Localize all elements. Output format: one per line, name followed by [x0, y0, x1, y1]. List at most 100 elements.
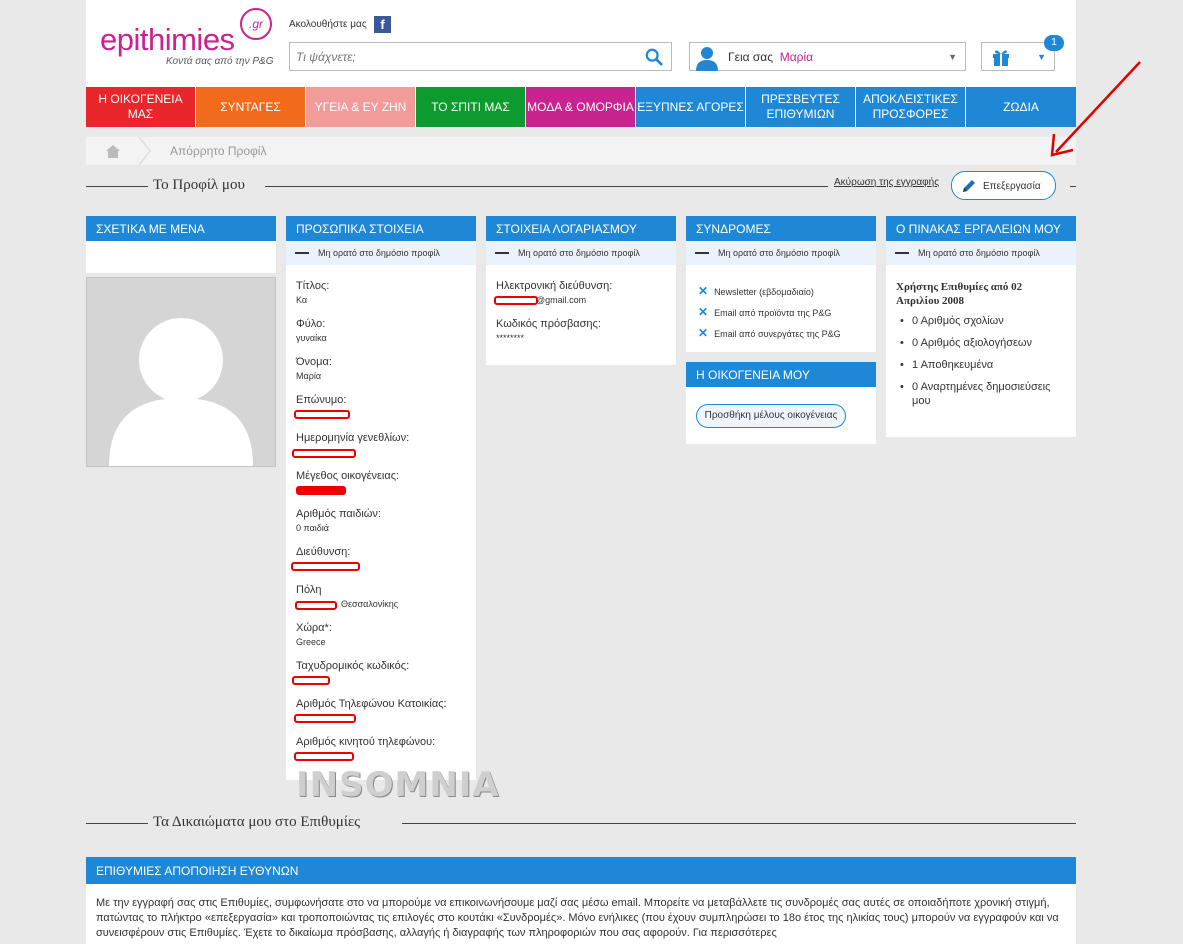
nav-item-recipes[interactable]: ΣΥΝΤΑΓΕΣ [196, 87, 305, 127]
divider [402, 823, 1076, 824]
redaction-mark [292, 449, 356, 458]
field-label: Αριθμός παιδιών: [296, 508, 381, 520]
field-label: Χώρα*: [296, 622, 332, 634]
minus-icon [895, 252, 909, 254]
field-postal-code: Ταχυδρομικός κωδικός: [296, 660, 409, 672]
disclaimer-panel: ΕΠΙΘΥΜΙΕΣ ΑΠΟΠΟΙΗΣΗ ΕΥΘΥΝΩΝ Με την εγγρα… [86, 857, 1076, 944]
watermark-logo: INSOMNIA [296, 765, 500, 805]
profile-section-title: Το Προφίλ μου [153, 177, 245, 193]
toolbox-stats: 0 Αριθμός σχολίων 0 Αριθμός αξιολογήσεων… [900, 314, 1070, 416]
divider [86, 823, 148, 824]
stat-comments[interactable]: 0 Αριθμός σχολίων [900, 314, 1070, 328]
private-note-text: Μη ορατό στο δημόσιο προφίλ [918, 248, 1040, 258]
field-last-name: Επώνυμο: [296, 394, 346, 406]
nav-item-health[interactable]: ΥΓΕΙΑ & ΕΥ ΖΗΝ [306, 87, 415, 127]
field-label: Κωδικός πρόσβασης: [496, 318, 601, 330]
private-note-text: Μη ορατό στο δημόσιο προφίλ [718, 248, 840, 258]
field-password: Κωδικός πρόσβασης: ******** [496, 318, 601, 343]
divider [265, 186, 828, 187]
field-value: γυναίκα [296, 333, 327, 343]
gift-count-badge: 1 [1044, 35, 1064, 51]
about-me-panel: ΣΧΕΤΙΚΑ ΜΕ ΜΕΝΑ [86, 216, 276, 273]
account-title: ΣΤΟΙΧΕΙΑ ΛΟΓΑΡΙΑΣΜΟΥ [486, 216, 676, 241]
stat-posts[interactable]: 0 Αναρτημένες δημοσιεύσεις μου [900, 380, 1070, 408]
user-greeting: Γεια σας Μαρία [728, 50, 813, 64]
redaction-mark [294, 714, 356, 723]
redaction-mark [294, 410, 350, 419]
pencil-icon [963, 180, 975, 192]
facebook-icon[interactable]: f [374, 16, 391, 33]
field-gender: Φύλο: γυναίκα [296, 318, 327, 343]
subscription-item: ✕ Newsletter (εβδομαδιαίο) [698, 284, 814, 298]
subscriptions-title: ΣΥΝΔΡΟΜΕΣ [686, 216, 876, 241]
nav-item-offers[interactable]: ΑΠΟΚΛΕΙΣΤΙΚΕΣ ΠΡΟΣΦΟΡΕΣ [856, 87, 965, 127]
field-label: Φύλο: [296, 318, 326, 330]
field-label: Ημερομηνία γενεθλίων: [296, 432, 410, 444]
edit-button[interactable]: Επεξεργασία [951, 171, 1056, 200]
personal-data-title: ΠΡΟΣΩΠΙΚΑ ΣΤΟΙΧΕΙΑ [286, 216, 476, 241]
field-country: Χώρα*: Greece [296, 622, 332, 647]
subscriptions-panel: ΣΥΝΔΡΟΜΕΣ Μη ορατό στο δημόσιο προφίλ ✕ N… [686, 216, 876, 352]
field-label: Ηλεκτρονική διεύθυνση: [496, 280, 613, 292]
profile-avatar [86, 277, 276, 467]
redaction-mark [292, 676, 330, 685]
divider [86, 186, 148, 187]
add-family-member-button[interactable]: Προσθήκη μέλους οικογένειας [696, 404, 846, 428]
user-menu[interactable]: Γεια σας Μαρία ▼ [689, 42, 966, 71]
subscription-label: Email από συνεργάτες της P&G [714, 329, 841, 339]
stat-ratings[interactable]: 0 Αριθμός αξιολογήσεων [900, 336, 1070, 350]
family-panel: Η ΟΙΚΟΓΕΝΕΙΑ ΜΟΥ Προσθήκη μέλους οικογέν… [686, 362, 876, 444]
nav-item-fashion[interactable]: ΜΟΔΑ & ΟΜΟΡΦΙΑ [526, 87, 635, 127]
minus-icon [295, 252, 309, 254]
redaction-mark [291, 562, 360, 571]
minus-icon [495, 252, 509, 254]
private-note: Μη ορατό στο δημόσιο προφίλ [686, 241, 876, 265]
private-note: Μη ορατό στο δημόσιο προφίλ [886, 241, 1076, 265]
breadcrumb: Απόρρητο Προφίλ [86, 137, 1076, 165]
nav-item-ambassadors[interactable]: ΠΡΕΣΒΕΥΤΕΣ ΕΠΙΘΥΜΙΩΝ [746, 87, 855, 127]
redaction-mark [294, 752, 354, 761]
close-icon: ✕ [698, 284, 709, 298]
search-input[interactable] [290, 43, 620, 70]
subscription-label: Newsletter (εβδομαδιαίο) [714, 287, 814, 297]
site-logo[interactable]: epithimies .gr Κοντά σας από την P&G [100, 8, 275, 70]
follow-label: Ακολουθήστε μας [289, 19, 367, 30]
close-icon: ✕ [698, 305, 709, 319]
field-value: 0 παιδιά [296, 523, 330, 533]
member-since: Χρήστης Επιθυμίες από 02 Απριλίου 2008 [896, 281, 1023, 307]
stat-saved[interactable]: 1 Αποθηκευμένα [900, 358, 1070, 372]
redaction-mark [296, 486, 346, 495]
field-mobile-phone: Αριθμός κινητού τηλεφώνου: [296, 736, 435, 748]
page: epithimies .gr Κοντά σας από την P&G Ακο… [86, 0, 1076, 944]
field-label: Επώνυμο: [296, 394, 347, 406]
nav-item-smart-shopping[interactable]: ΕΞΥΠΝΕΣ ΑΓΟΡΕΣ [636, 87, 745, 127]
rights-section-title: Τα Δικαιώματα μου στο Επιθυμίες [153, 814, 361, 830]
home-icon[interactable] [106, 145, 120, 158]
nav-item-home[interactable]: ΤΟ ΣΠΙΤΙ ΜΑΣ [416, 87, 525, 127]
logo-tagline: Κοντά σας από την P&G [166, 56, 274, 67]
field-label: Τίτλος: [296, 280, 330, 292]
minus-icon [695, 252, 709, 254]
breadcrumb-current: Απόρρητο Προφίλ [170, 144, 267, 158]
gift-icon [993, 50, 1009, 66]
account-panel: ΣΤΟΙΧΕΙΑ ΛΟΓΑΡΙΑΣΜΟΥ Μη ορατό στο δημόσι… [486, 216, 676, 365]
private-note: Μη ορατό στο δημόσιο προφίλ [286, 241, 476, 265]
field-home-phone: Αριθμός Τηλεφώνου Κατοικίας: [296, 698, 447, 710]
nav-item-family[interactable]: Η ΟΙΚΟΓΕΝΕΙΑ ΜΑΣ [86, 87, 195, 127]
subscription-item: ✕ Email από συνεργάτες της P&G [698, 326, 841, 340]
logo-text: epithimies [100, 22, 235, 57]
field-first-name: Όνομα: Μαρία [296, 356, 332, 381]
field-title: Τίτλος: Κα [296, 280, 329, 305]
field-children: Αριθμός παιδιών: 0 παιδιά [296, 508, 381, 533]
search-box [289, 42, 672, 71]
redaction-mark [295, 601, 337, 610]
close-icon: ✕ [698, 326, 709, 340]
about-me-title: ΣΧΕΤΙΚΑ ΜΕ ΜΕΝΑ [86, 216, 276, 241]
search-icon[interactable] [645, 48, 663, 66]
field-label: Αριθμός Τηλεφώνου Κατοικίας: [296, 698, 447, 710]
edit-button-label: Επεξεργασία [983, 181, 1041, 192]
cancel-registration-link[interactable]: Ακύρωση της εγγραφής [834, 177, 939, 188]
field-label: Μέγεθος οικογένειας: [296, 470, 400, 482]
field-value: Κα [296, 295, 308, 305]
greeting-text: Γεια σας [728, 50, 774, 64]
